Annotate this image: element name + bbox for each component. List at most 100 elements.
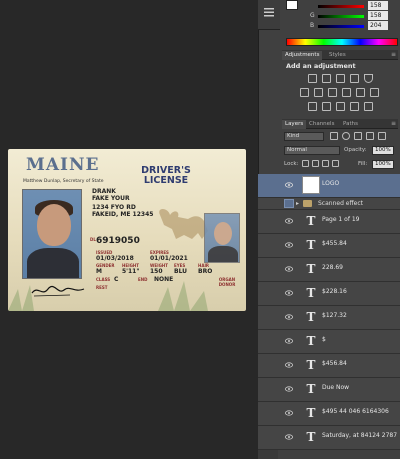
visibility-eye-icon[interactable] [285, 410, 293, 416]
visibility-eye-icon[interactable] [285, 338, 293, 344]
black-white-icon[interactable] [328, 88, 337, 97]
visibility-eye-icon[interactable] [285, 314, 293, 320]
slider-track[interactable] [318, 25, 364, 28]
layer-row[interactable]: T Page 1 of 19 [258, 210, 400, 234]
type-layer-icon: T [306, 382, 316, 396]
layer-row-selected[interactable]: LOGO [258, 174, 400, 198]
expand-arrow-icon[interactable]: ▸ [296, 200, 299, 207]
posterize-icon[interactable] [322, 102, 331, 111]
lock-all-icon[interactable] [332, 160, 339, 167]
curves-icon[interactable] [336, 74, 345, 83]
id-eyes-value: BLU [174, 268, 188, 275]
type-layer-icon: T [306, 262, 316, 276]
visibility-eye-icon[interactable] [285, 218, 293, 224]
layer-row[interactable]: T $495 44 046 6164306 [258, 402, 400, 426]
visibility-eye-icon[interactable] [285, 434, 293, 440]
panel-options-icon[interactable] [263, 6, 275, 18]
filter-smart-icon[interactable] [378, 132, 386, 140]
foreground-color-swatch[interactable] [286, 0, 298, 10]
levels-icon[interactable] [322, 74, 331, 83]
layer-row[interactable]: T Due Now [258, 378, 400, 402]
fill-field[interactable]: 100% [372, 160, 394, 169]
color-value-field[interactable]: 158 [368, 1, 388, 10]
visibility-eye-icon[interactable] [285, 182, 293, 188]
layer-name: $495 44 046 6164306 [322, 408, 389, 415]
selective-color-icon[interactable] [364, 102, 373, 111]
channel-mixer-icon[interactable] [356, 88, 365, 97]
document-image[interactable]: MAINE DRIVER'S LICENSE Matthew Dunlap, S… [8, 149, 246, 311]
slider-track[interactable] [318, 15, 364, 18]
tab-layers[interactable]: Layers [282, 120, 307, 129]
gradient-map-icon[interactable] [350, 102, 359, 111]
photo-filter-icon[interactable] [342, 88, 351, 97]
hue-saturation-icon[interactable] [300, 88, 309, 97]
layer-row[interactable]: T 228.69 [258, 258, 400, 282]
layer-kind-filter[interactable]: Kind [284, 132, 324, 141]
layer-name: $455.84 [322, 240, 347, 247]
color-slider-r[interactable]: 158 [310, 1, 400, 11]
id-ghost-photo [204, 213, 240, 263]
color-slider-b[interactable]: B 204 [310, 21, 400, 31]
tab-styles[interactable]: Styles [326, 51, 349, 60]
exposure-icon[interactable] [350, 74, 359, 83]
color-lookup-icon[interactable] [370, 88, 379, 97]
id-dl-number: 6919050 [96, 236, 140, 246]
layer-row[interactable]: T $455.84 [258, 234, 400, 258]
group-name: Scanned effect [318, 200, 363, 207]
layer-filter-row: Kind [282, 131, 398, 143]
type-layer-icon: T [306, 214, 316, 228]
id-name-line1: DRANK [92, 188, 116, 195]
id-secretary: Matthew Dunlap, Secretary of State [23, 179, 104, 184]
layer-row[interactable]: T $228.16 [258, 282, 400, 306]
color-balance-icon[interactable] [314, 88, 323, 97]
tab-paths[interactable]: Paths [340, 120, 361, 129]
color-slider-g[interactable]: G 158 [310, 11, 400, 21]
type-layer-icon: T [306, 430, 316, 444]
layers-menu-icon[interactable]: ≡ [391, 120, 396, 127]
filter-shape-icon[interactable] [366, 132, 374, 140]
layer-row[interactable]: T $456.84 [258, 354, 400, 378]
color-spectrum-bar[interactable] [286, 38, 398, 46]
adjustments-title: Add an adjustment [286, 62, 356, 70]
layer-name: $127.32 [322, 312, 347, 319]
visibility-eye-icon[interactable] [285, 290, 293, 296]
tab-adjustments[interactable]: Adjustments [282, 51, 323, 60]
layer-name: 228.69 [322, 264, 343, 271]
type-layer-icon: T [306, 238, 316, 252]
panel-menu-icon[interactable]: ≡ [391, 51, 396, 58]
filter-adjustment-icon[interactable] [342, 132, 350, 140]
filter-type-icon[interactable] [354, 132, 362, 140]
slider-track[interactable] [318, 5, 364, 8]
layer-group-row[interactable]: ▸ Scanned effect [258, 198, 400, 210]
visibility-eye-icon[interactable] [285, 362, 293, 368]
visibility-eye-icon[interactable] [285, 386, 293, 392]
threshold-icon[interactable] [336, 102, 345, 111]
type-layer-icon: T [306, 358, 316, 372]
layers-tabbar: Layers Channels Paths ≡ [282, 119, 398, 129]
id-addr-line2: FAKEID, ME 12345 [92, 211, 154, 218]
layer-name: Due Now [322, 384, 350, 391]
lock-row: Lock: Fill: 100% [282, 159, 398, 171]
id-sex-value: M [96, 268, 102, 275]
vibrance-icon[interactable] [364, 74, 373, 83]
lock-move-icon[interactable] [322, 160, 329, 167]
brightness-icon[interactable] [308, 74, 317, 83]
lock-paint-icon[interactable] [312, 160, 319, 167]
canvas-area[interactable]: MAINE DRIVER'S LICENSE Matthew Dunlap, S… [0, 0, 258, 459]
layer-row[interactable]: T $ [258, 330, 400, 354]
layer-mask-icon [284, 199, 294, 208]
opacity-field[interactable]: 100% [372, 146, 394, 155]
id-license-title: DRIVER'S LICENSE [141, 165, 191, 186]
color-value-field[interactable]: 204 [368, 21, 388, 30]
layer-row[interactable]: T Saturday, at 84124 2787 [258, 426, 400, 450]
blend-mode-select[interactable]: Normal [284, 146, 340, 155]
color-value-field[interactable]: 158 [368, 11, 388, 20]
lock-label: Lock: [284, 161, 299, 167]
filter-pixel-icon[interactable] [330, 132, 338, 140]
invert-icon[interactable] [308, 102, 317, 111]
lock-pixels-icon[interactable] [302, 160, 309, 167]
visibility-eye-icon[interactable] [285, 242, 293, 248]
visibility-eye-icon[interactable] [285, 266, 293, 272]
layer-row[interactable]: T $127.32 [258, 306, 400, 330]
tab-channels[interactable]: Channels [306, 120, 337, 129]
